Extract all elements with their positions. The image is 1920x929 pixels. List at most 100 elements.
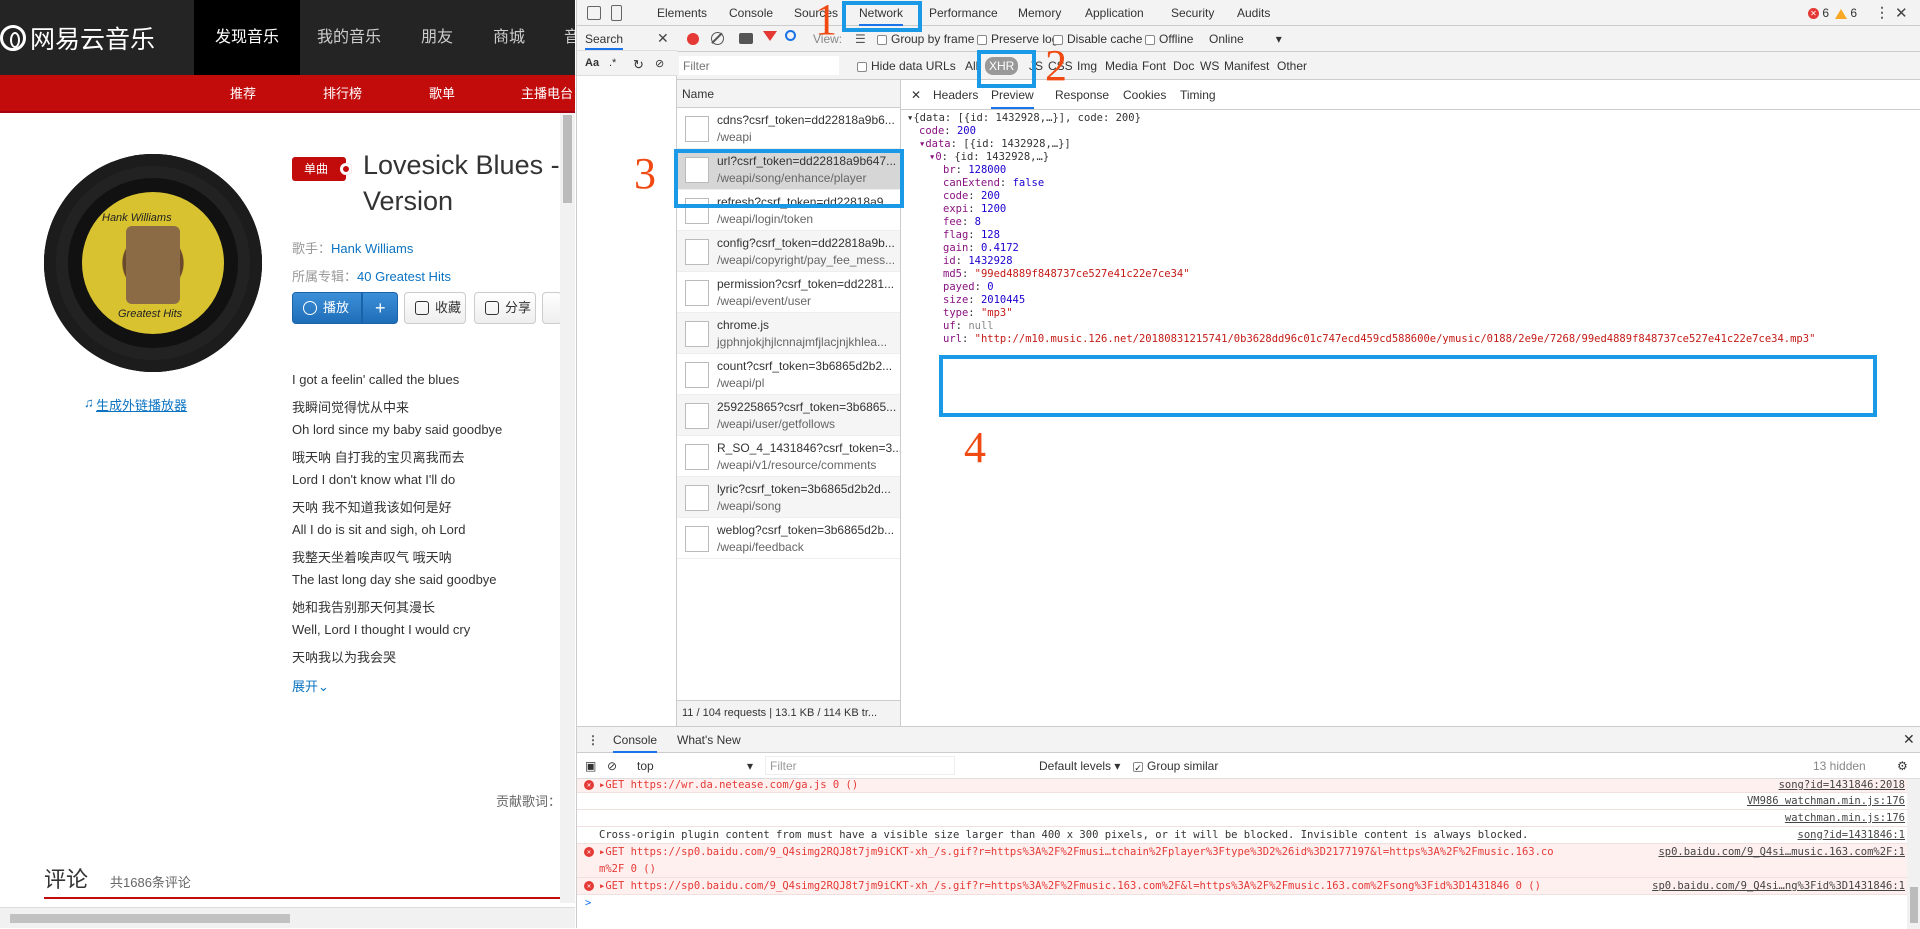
filter-img[interactable]: Img (1077, 59, 1097, 73)
clear-icon[interactable] (711, 32, 724, 45)
tab-timing[interactable]: Timing (1180, 88, 1216, 102)
request-row[interactable]: R_SO_4_1431846?csrf_token=3... /weapi/v1/… (677, 436, 900, 477)
close-detail-icon[interactable]: ✕ (911, 88, 921, 102)
offline-checkbox[interactable]: Offline (1145, 32, 1193, 46)
large-rows-icon[interactable]: ☰ (855, 32, 866, 46)
close-drawer-icon[interactable]: ✕ (1903, 731, 1915, 748)
filter-icon[interactable] (763, 31, 777, 41)
request-row[interactable]: 259225865?csrf_token=3b6865... /weapi/use… (677, 395, 900, 436)
close-search-icon[interactable]: ✕ (657, 30, 669, 47)
more-options-icon[interactable]: ⋮ (1875, 4, 1889, 21)
page-horizontal-scrollbar[interactable] (0, 907, 575, 928)
refresh-icon[interactable]: ↻ (633, 57, 644, 73)
json-line[interactable]: code: 200 (919, 125, 976, 137)
clear-console-icon[interactable]: ⊘ (607, 759, 617, 773)
tab-memory[interactable]: Memory (1018, 0, 1061, 26)
nav-my-music[interactable]: 我的音乐 (312, 0, 386, 75)
subnav-recommend[interactable]: 推荐 (230, 75, 256, 113)
json-line[interactable]: ▾data: [{id: 1432928,…}] (919, 138, 1071, 150)
share-button[interactable]: 分享 (474, 292, 536, 324)
subnav-playlists[interactable]: 歌单 (429, 75, 455, 113)
download-button[interactable] (542, 292, 562, 324)
tab-application[interactable]: Application (1085, 0, 1144, 26)
request-row[interactable]: chrome.js jgphnjokjhjlcnnajmfjlacjnjkhlea… (677, 313, 900, 354)
request-row[interactable]: config?csrf_token=dd22818a9b... /weapi/co… (677, 231, 900, 272)
sidebar-toggle-icon[interactable]: ▣ (585, 759, 596, 773)
album-link[interactable]: 40 Greatest Hits (357, 269, 451, 284)
singer-link[interactable]: Hank Williams (331, 241, 413, 256)
regex-toggle[interactable]: .* (609, 57, 616, 69)
request-row[interactable]: permission?csrf_token=dd2281... /weapi/ev… (677, 272, 900, 313)
page-vertical-scrollbar[interactable] (560, 113, 575, 903)
log-levels-select[interactable]: Default levels ▾ (1039, 759, 1120, 773)
source-link[interactable]: sp0.baidu.com/9_Q4si…ng%3Fid%3D1431846:1 (1652, 880, 1905, 892)
filter-media[interactable]: Media (1105, 59, 1138, 73)
search-icon[interactable] (785, 30, 796, 41)
filter-manifest[interactable]: Manifest (1224, 59, 1269, 73)
request-row[interactable]: count?csrf_token=3b6865d2b2... /weapi/pl (677, 354, 900, 395)
collect-button[interactable]: 收藏 (404, 292, 466, 324)
site-logo[interactable]: 网易云音乐 (0, 16, 155, 60)
scrollbar-thumb[interactable] (10, 914, 290, 923)
request-row[interactable]: cdns?csrf_token=dd22818a9b6... /weapi (677, 108, 900, 149)
request-row[interactable]: weblog?csrf_token=3b6865d2b... /weapi/fee… (677, 518, 900, 559)
group-similar-checkbox[interactable]: Group similar (1133, 759, 1218, 773)
checkbox[interactable] (1145, 34, 1155, 45)
checkbox[interactable] (857, 61, 867, 72)
hide-data-urls-checkbox[interactable]: Hide data URLs (857, 59, 956, 73)
tab-audits[interactable]: Audits (1237, 0, 1270, 26)
tab-headers[interactable]: Headers (933, 88, 978, 102)
filter-other[interactable]: Other (1277, 59, 1307, 73)
console-scrollbar[interactable] (1907, 779, 1920, 929)
console-filter-input[interactable]: Filter (765, 756, 955, 775)
ext-player-link[interactable]: ♫ 生成外链播放器 (84, 395, 187, 414)
scrollbar-thumb[interactable] (1910, 887, 1918, 923)
tab-performance[interactable]: Performance (929, 0, 998, 26)
drawer-menu-icon[interactable]: ⋮ (587, 733, 599, 747)
expand-lyrics-link[interactable]: 展开⌄ (292, 676, 329, 695)
filter-ws[interactable]: WS (1200, 59, 1219, 73)
request-row[interactable]: lyric?csrf_token=3b6865d2b2d... /weapi/so… (677, 477, 900, 518)
settings-gear-icon[interactable]: ⚙ (1897, 759, 1908, 773)
inspect-element-icon[interactable] (587, 6, 601, 20)
record-icon[interactable] (687, 33, 699, 45)
source-link[interactable]: song?id=1431846:1 (1798, 829, 1905, 841)
screenshot-icon[interactable] (739, 33, 753, 44)
throttling-select[interactable]: Online ▾ (1209, 32, 1282, 46)
source-link[interactable]: song?id=1431846:2018 (1779, 779, 1905, 791)
search-tab[interactable]: Search (585, 32, 624, 50)
json-line[interactable]: ▾0: {id: 1432928,…} (929, 151, 1049, 163)
drawer-tab-console[interactable]: Console (613, 733, 658, 753)
device-toolbar-icon[interactable] (611, 5, 622, 21)
checkbox[interactable] (977, 34, 987, 45)
add-to-playlist-button[interactable]: + (362, 292, 398, 324)
nav-mall[interactable]: 商城 (484, 0, 534, 75)
clear-search-icon[interactable]: ⊘ (655, 57, 664, 70)
subnav-charts[interactable]: 排行榜 (323, 75, 362, 113)
source-link[interactable]: VM986 watchman.min.js:176 (1747, 795, 1905, 807)
scrollbar-thumb[interactable] (563, 115, 572, 203)
source-link[interactable]: sp0.baidu.com/9_Q4si…music.163.com%2F:1 (1658, 846, 1905, 858)
subnav-radio[interactable]: 主播电台 (521, 75, 573, 113)
console-prompt[interactable]: > (577, 895, 1920, 912)
tab-preview[interactable]: Preview (991, 88, 1034, 109)
nav-friends[interactable]: 朋友 (412, 0, 462, 75)
group-by-frame-checkbox[interactable]: Group by frame (877, 32, 974, 46)
checkbox[interactable] (1133, 761, 1143, 772)
source-link[interactable]: watchman.min.js:176 (1785, 812, 1905, 824)
tab-console[interactable]: Console (729, 0, 773, 26)
context-select[interactable]: top ▾ (637, 759, 755, 773)
filter-doc[interactable]: Doc (1173, 59, 1194, 73)
filter-font[interactable]: Font (1142, 59, 1166, 73)
match-case-toggle[interactable]: Aa (585, 57, 599, 69)
name-column-header[interactable]: Name (677, 80, 900, 108)
play-button[interactable]: 播放 (292, 292, 362, 324)
network-filter-input[interactable] (679, 56, 839, 75)
close-devtools-icon[interactable]: ✕ (1895, 4, 1908, 22)
checkbox[interactable] (877, 34, 887, 45)
tab-elements[interactable]: Elements (657, 0, 707, 26)
tab-cookies[interactable]: Cookies (1123, 88, 1166, 102)
tab-security[interactable]: Security (1171, 0, 1214, 26)
error-warning-counter[interactable]: ✕ 6 6 (1808, 6, 1857, 20)
nav-discover[interactable]: 发现音乐 (194, 0, 300, 75)
